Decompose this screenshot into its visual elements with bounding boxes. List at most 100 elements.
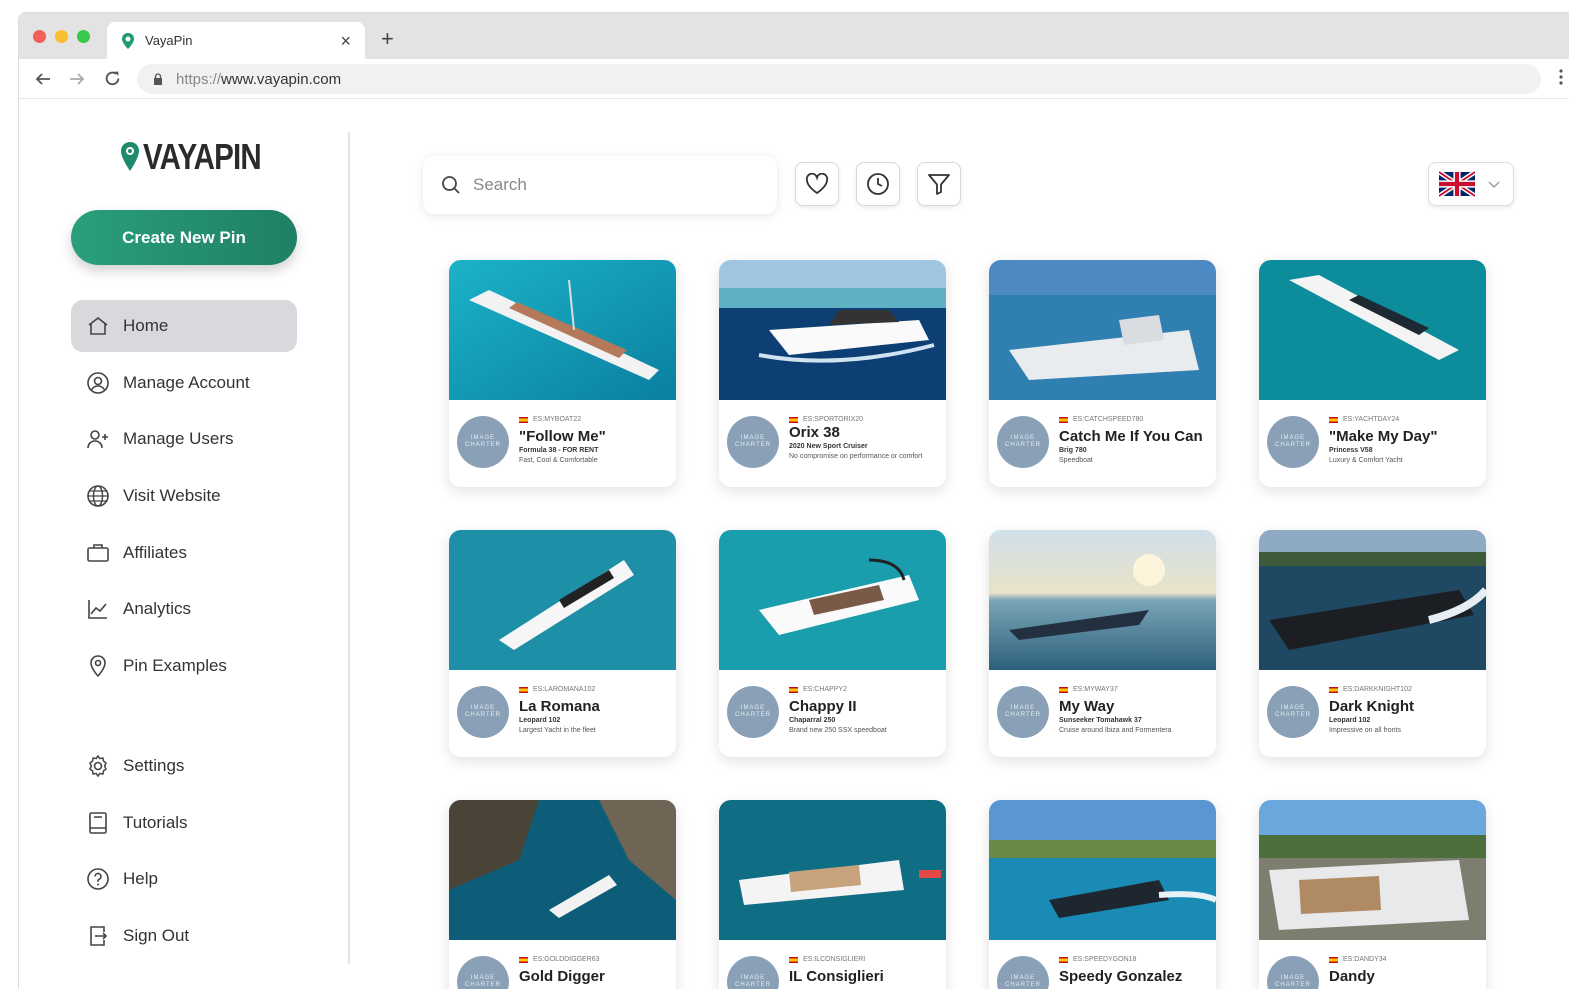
pin-card[interactable]: IMAGE CHARTER ES:ILCONSIGLIERI IL Consig… — [719, 800, 946, 989]
sidebar-item-pin-examples[interactable]: Pin Examples — [71, 640, 297, 692]
tab-bar: VayaPin × + — [19, 13, 1569, 59]
pin-card[interactable]: IMAGE CHARTER ES:MYWAY37 My Way Sunseeke… — [989, 530, 1216, 757]
browser-tab[interactable]: VayaPin × — [107, 22, 365, 59]
avatar: IMAGE CHARTER — [457, 686, 509, 738]
sidebar-item-label: Analytics — [123, 599, 192, 618]
sidebar-item-affiliates[interactable]: Affiliates — [71, 527, 297, 579]
boat-photo — [449, 260, 676, 400]
spain-flag-icon — [1329, 686, 1338, 693]
maximize-window-button[interactable] — [77, 30, 90, 43]
pin-name: Gold Digger — [519, 968, 605, 985]
pin-card[interactable]: IMAGE CHARTER ES:MYBOAT22 "Follow Me" Fo… — [449, 260, 676, 487]
sidebar-item-label: Tutorials — [123, 813, 188, 832]
pin-card[interactable]: IMAGE CHARTER ES:DARKKNIGHT102 Dark Knig… — [1259, 530, 1486, 757]
sidebar-item-manage-account[interactable]: Manage Account — [71, 357, 297, 409]
avatar: IMAGE CHARTER — [727, 686, 779, 738]
close-tab-icon[interactable]: × — [340, 32, 351, 50]
browser-menu-icon[interactable] — [1559, 69, 1563, 85]
vayapin-logo[interactable]: VAYAPIN — [119, 136, 287, 178]
boat-photo — [719, 260, 946, 400]
spain-flag-icon — [519, 956, 528, 963]
home-icon — [85, 313, 111, 339]
pin-code-text: ES:DANDY34 — [1343, 956, 1387, 963]
minimize-window-button[interactable] — [55, 30, 68, 43]
boat-photo — [1259, 530, 1486, 670]
boat-photo — [1259, 800, 1486, 940]
boat-photo — [989, 800, 1216, 940]
uk-flag-icon — [1439, 171, 1475, 197]
pin-card[interactable]: IMAGE CHARTER ES:CATCHSPEED780 Catch Me … — [989, 260, 1216, 487]
spain-flag-icon — [519, 686, 528, 693]
pin-card[interactable]: IMAGE CHARTER ES:YACHTDAY24 "Make My Day… — [1259, 260, 1486, 487]
forward-icon[interactable] — [69, 71, 85, 87]
pin-description: Fast, Cool & Comfortable — [519, 457, 598, 464]
close-window-button[interactable] — [33, 30, 46, 43]
pin-card[interactable]: IMAGE CHARTER ES:GOLDDIGGER63 Gold Digge… — [449, 800, 676, 989]
pin-card-info: IMAGE CHARTER ES:SPEEDYGON18 Speedy Gonz… — [989, 940, 1216, 989]
clock-icon — [867, 173, 889, 195]
account-icon — [85, 370, 111, 396]
help-icon — [85, 866, 111, 892]
avatar-text: IMAGE CHARTER — [1005, 434, 1041, 448]
history-button[interactable] — [856, 162, 900, 206]
pin-icon — [85, 653, 111, 679]
pin-description: No compromise on performance or comfort — [789, 453, 923, 460]
avatar: IMAGE CHARTER — [727, 416, 779, 468]
boat-photo — [449, 530, 676, 670]
pin-description: Speedboat — [1059, 457, 1093, 464]
spain-flag-icon — [789, 956, 798, 963]
avatar-text: IMAGE CHARTER — [735, 704, 771, 718]
browser-toolbar: https://www.vayapin.com — [19, 59, 1569, 99]
sidebar-item-help[interactable]: Help — [71, 853, 297, 905]
sidebar-item-visit-website[interactable]: Visit Website — [71, 470, 297, 522]
pin-card-info: IMAGE CHARTER ES:MYWAY37 My Way Sunseeke… — [989, 670, 1216, 757]
sidebar-divider — [348, 132, 350, 964]
back-icon[interactable] — [35, 71, 51, 87]
pin-card[interactable]: IMAGE CHARTER ES:SPEEDYGON18 Speedy Gonz… — [989, 800, 1216, 989]
boat-photo — [1259, 260, 1486, 400]
create-new-pin-button[interactable]: Create New Pin — [71, 210, 297, 265]
new-tab-button[interactable]: + — [381, 26, 394, 52]
pin-code-text: ES:MYWAY37 — [1073, 686, 1118, 693]
search-input[interactable] — [473, 175, 753, 195]
avatar: IMAGE CHARTER — [997, 416, 1049, 468]
avatar-text: IMAGE CHARTER — [1005, 704, 1041, 718]
sidebar-item-manage-users[interactable]: Manage Users — [71, 413, 297, 465]
pin-card-info: IMAGE CHARTER ES:SPORTORIX20 Orix 38 202… — [719, 400, 946, 487]
filter-button[interactable] — [917, 162, 961, 206]
sidebar-item-analytics[interactable]: Analytics — [71, 583, 297, 635]
search-box — [423, 156, 777, 214]
pin-code-text: ES:LAROMANA102 — [533, 686, 596, 693]
avatar: IMAGE CHARTER — [457, 956, 509, 989]
pin-card[interactable]: IMAGE CHARTER ES:DANDY34 Dandy — [1259, 800, 1486, 989]
avatar-text: IMAGE CHARTER — [735, 974, 771, 988]
boat-photo — [989, 260, 1216, 400]
sidebar-item-settings[interactable]: Settings — [71, 740, 297, 792]
sidebar-item-sign-out[interactable]: Sign Out — [71, 910, 297, 962]
spain-flag-icon — [1329, 416, 1338, 423]
sidebar-item-label: Sign Out — [123, 926, 190, 945]
logo-pin-icon — [121, 142, 139, 171]
favorites-button[interactable] — [795, 162, 839, 206]
pin-card[interactable]: IMAGE CHARTER ES:SPORTORIX20 Orix 38 202… — [719, 260, 946, 487]
pin-card[interactable]: IMAGE CHARTER ES:CHAPPY2 Chappy II Chapa… — [719, 530, 946, 757]
sidebar-item-tutorials[interactable]: Tutorials — [71, 797, 297, 849]
language-selector[interactable] — [1428, 162, 1514, 206]
reload-icon[interactable] — [104, 70, 121, 87]
pin-code-text: ES:CATCHSPEED780 — [1073, 416, 1144, 423]
pin-description: Brand new 250 SSX speedboat — [789, 727, 887, 734]
sidebar-item-label: Manage Users — [123, 429, 234, 448]
pin-card-info: IMAGE CHARTER ES:MYBOAT22 "Follow Me" Fo… — [449, 400, 676, 487]
pin-card[interactable]: IMAGE CHARTER ES:LAROMANA102 La Romana L… — [449, 530, 676, 757]
boat-photo — [989, 530, 1216, 670]
avatar-text: IMAGE CHARTER — [1275, 704, 1311, 718]
address-bar[interactable]: https://www.vayapin.com — [137, 64, 1541, 94]
pin-name: IL Consiglieri — [789, 968, 884, 985]
spain-flag-icon — [1059, 686, 1068, 693]
avatar: IMAGE CHARTER — [997, 956, 1049, 989]
app-content: VAYAPIN Create New Pin Home Manage Accou… — [19, 100, 1569, 989]
sidebar-item-home[interactable]: Home — [71, 300, 297, 352]
browser-window: VayaPin × + https://www.vayapin.com VAYA… — [18, 12, 1569, 989]
pin-code: ES:GOLDDIGGER63 — [519, 956, 600, 963]
sidebar-item-label: Home — [123, 316, 169, 335]
